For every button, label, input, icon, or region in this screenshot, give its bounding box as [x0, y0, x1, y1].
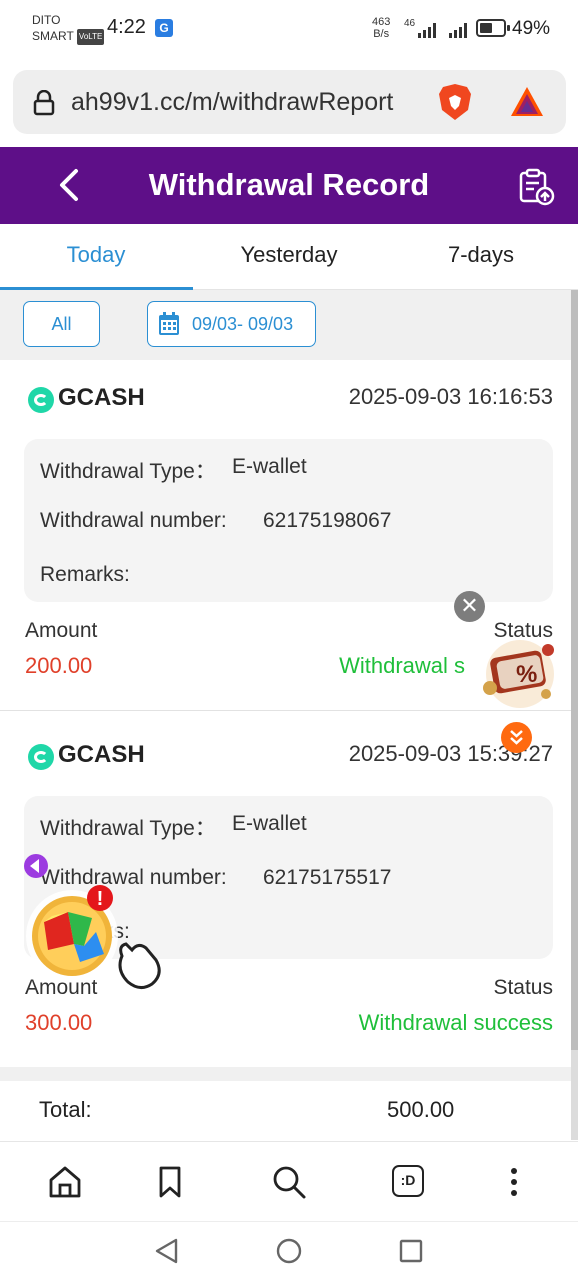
floating-game-widget[interactable]: !: [22, 850, 172, 1000]
nav-home-icon[interactable]: [274, 1236, 304, 1266]
system-navigation-bar: [0, 1221, 578, 1280]
tab-yesterday[interactable]: Yesterday: [193, 242, 385, 268]
net-speed-unit: B/s: [373, 28, 390, 40]
home-icon[interactable]: [45, 1162, 85, 1202]
amount-value: 200.00: [25, 653, 93, 678]
provider-name: GCASH: [58, 741, 145, 768]
scrollbar-thumb[interactable]: [571, 290, 578, 1050]
signal-icon-2: [447, 20, 475, 38]
total-value: 500.00: [387, 1097, 455, 1122]
close-ad-button[interactable]: ✕: [454, 591, 485, 622]
withdrawal-type-row: Withdrawal Type： E-wallet: [40, 455, 307, 485]
tab-7-days[interactable]: 7-days: [385, 242, 577, 268]
address-bar[interactable]: ah99v1.cc/m/withdrawReport: [13, 70, 566, 134]
status-value: Withdrawal success: [358, 1010, 553, 1035]
status-label: Status: [493, 976, 553, 999]
carrier-name: DITO: [32, 13, 61, 27]
calendar-icon: [159, 312, 179, 335]
bookmark-icon[interactable]: [150, 1162, 190, 1202]
status-bar: DITO SMART VoLTE 4:22 G 463 B/s 46 49%: [0, 0, 578, 58]
url-text[interactable]: ah99v1.cc/m/withdrawReport: [71, 88, 393, 117]
withdrawal-type-label: Withdrawal Type：: [40, 460, 216, 483]
battery-percent: 49%: [512, 18, 551, 39]
net-speed: 463 B/s: [372, 16, 390, 40]
filter-bar: All 09/03- 09/03: [0, 290, 571, 360]
withdrawal-type-value: E-wallet: [232, 455, 307, 478]
remarks-label: Remarks:: [40, 563, 130, 586]
alert-glyph: !: [97, 888, 104, 910]
total-row: Total: 500.00: [0, 1081, 571, 1141]
clipboard-upload-icon[interactable]: [516, 167, 556, 207]
page-header: Withdrawal Record: [0, 147, 578, 224]
withdrawal-number-value: 62175198067: [263, 509, 392, 532]
volte-badge: VoLTE: [76, 28, 105, 45]
double-chevron-down-icon: [510, 730, 523, 745]
carrier-info: DITO SMART VoLTE: [32, 12, 105, 45]
more-menu-icon[interactable]: [494, 1162, 534, 1202]
tabs-icon-text: :D: [392, 1165, 424, 1197]
provider-name: GCASH: [58, 384, 145, 411]
brave-rewards-icon[interactable]: [509, 84, 545, 120]
brave-shield-icon[interactable]: [437, 82, 473, 122]
record-datetime: 2025-09-03 16:16:53: [348, 384, 553, 409]
filter-all-button[interactable]: All: [23, 301, 100, 347]
carrier-name-2: SMART: [32, 29, 74, 43]
withdrawal-type-row: Withdrawal Type： E-wallet: [40, 812, 307, 842]
tabs-icon[interactable]: :D: [389, 1162, 429, 1202]
status-value: Withdrawal s: [339, 653, 465, 678]
clock: 4:22: [107, 16, 146, 38]
withdrawal-number-label: Withdrawal number:: [40, 509, 227, 532]
withdrawal-number-row: Withdrawal number: 62175198067: [40, 509, 391, 533]
signal-icon: [414, 20, 442, 38]
tab-today[interactable]: Today: [0, 242, 192, 268]
date-tabs: Today Yesterday 7-days: [0, 224, 578, 290]
remarks-row: Remarks:: [40, 563, 130, 587]
record-details: Withdrawal Type： E-wallet Withdrawal num…: [24, 439, 553, 602]
withdrawal-number-value: 62175175517: [263, 866, 392, 889]
browser-toolbar: :D: [0, 1141, 578, 1221]
notification-g-icon: G: [155, 19, 173, 37]
total-label: Total:: [39, 1097, 92, 1122]
page-title: Withdrawal Record: [148, 167, 430, 202]
scroll-down-button[interactable]: [501, 722, 532, 753]
promo-percent-glyph: %: [516, 661, 537, 688]
section-spacer: [0, 1067, 571, 1081]
lock-icon: [33, 90, 55, 116]
withdrawal-type-label: Withdrawal Type：: [40, 817, 216, 840]
promo-gift-icon[interactable]: %: [478, 628, 562, 712]
battery-icon: [476, 19, 510, 37]
date-range-text: 09/03- 09/03: [192, 314, 294, 334]
withdrawal-type-value: E-wallet: [232, 812, 307, 835]
date-range-button[interactable]: 09/03- 09/03: [147, 301, 316, 347]
gcash-logo-icon: [28, 744, 54, 770]
amount-label: Amount: [25, 619, 98, 642]
nav-back-icon[interactable]: [152, 1236, 182, 1266]
search-icon[interactable]: [269, 1162, 309, 1202]
net-speed-value: 463: [372, 16, 391, 28]
amount-value: 300.00: [25, 1010, 93, 1035]
nav-recents-icon[interactable]: [396, 1236, 426, 1266]
gcash-logo-icon: [28, 387, 54, 413]
